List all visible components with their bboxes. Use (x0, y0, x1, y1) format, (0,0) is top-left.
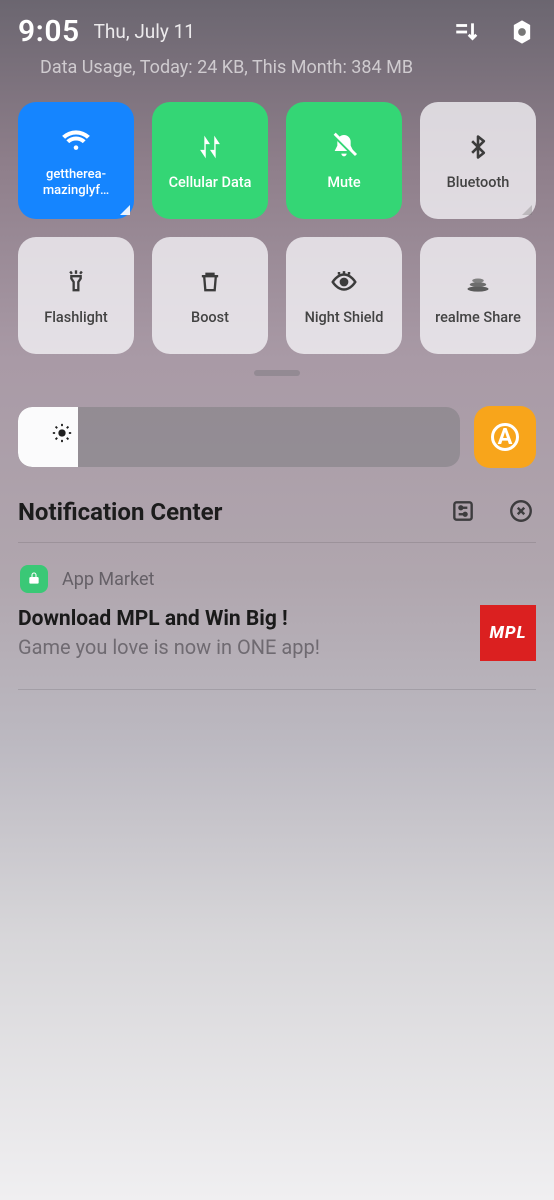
header-date: Thu, July 11 (94, 20, 438, 43)
cellular-data-label: Cellular Data (169, 174, 252, 191)
flashlight-tile[interactable]: Flashlight (18, 237, 134, 354)
mute-tile[interactable]: Mute (286, 102, 402, 219)
boost-label: Boost (191, 309, 229, 326)
notification-title: Download MPL and Win Big ! (18, 607, 464, 631)
brightness-slider[interactable] (18, 407, 460, 467)
cellular-data-tile[interactable]: Cellular Data (152, 102, 268, 219)
clock-time: 9:05 (18, 14, 80, 49)
data-usage-text: Data Usage, Today: 24 KB, This Month: 38… (40, 57, 536, 78)
auto-brightness-toggle[interactable]: A (474, 406, 536, 468)
data-arrows-icon (193, 130, 227, 164)
app-market-icon (20, 565, 48, 593)
realme-share-label: realme Share (435, 309, 521, 326)
auto-brightness-badge: A (491, 423, 519, 451)
notification-manage-icon[interactable] (450, 498, 478, 526)
bluetooth-label: Bluetooth (447, 174, 510, 191)
expand-corner-icon (120, 205, 130, 215)
wifi-tile[interactable]: gettherea-mazinglyf… (18, 102, 134, 219)
wifi-label: gettherea-mazinglyf… (26, 167, 126, 198)
wifi-icon (59, 123, 93, 157)
sun-icon (51, 422, 81, 452)
notification-subtitle: Game you love is now in ONE app! (18, 635, 464, 659)
night-shield-tile[interactable]: Night Shield (286, 237, 402, 354)
drag-handle[interactable] (254, 370, 300, 376)
notification-thumbnail: MPL (480, 605, 536, 661)
flashlight-icon (59, 265, 93, 299)
brightness-thumb[interactable] (18, 407, 78, 467)
eye-icon (327, 265, 361, 299)
clear-all-icon[interactable] (508, 498, 536, 526)
settings-icon[interactable] (508, 18, 536, 46)
realme-share-tile[interactable]: realme Share (420, 237, 536, 354)
boost-trash-icon (193, 265, 227, 299)
notification-center-title: Notification Center (18, 498, 450, 526)
notification-item[interactable]: App Market Download MPL and Win Big ! Ga… (18, 543, 536, 690)
sort-icon[interactable] (452, 18, 480, 46)
notification-app-name: App Market (62, 569, 154, 590)
bluetooth-icon (461, 130, 495, 164)
mute-label: Mute (327, 174, 360, 191)
mute-bell-icon (327, 130, 361, 164)
expand-corner-icon (522, 205, 532, 215)
night-shield-label: Night Shield (305, 309, 384, 326)
flashlight-label: Flashlight (44, 309, 108, 326)
boost-tile[interactable]: Boost (152, 237, 268, 354)
bluetooth-tile[interactable]: Bluetooth (420, 102, 536, 219)
share-icon (461, 265, 495, 299)
